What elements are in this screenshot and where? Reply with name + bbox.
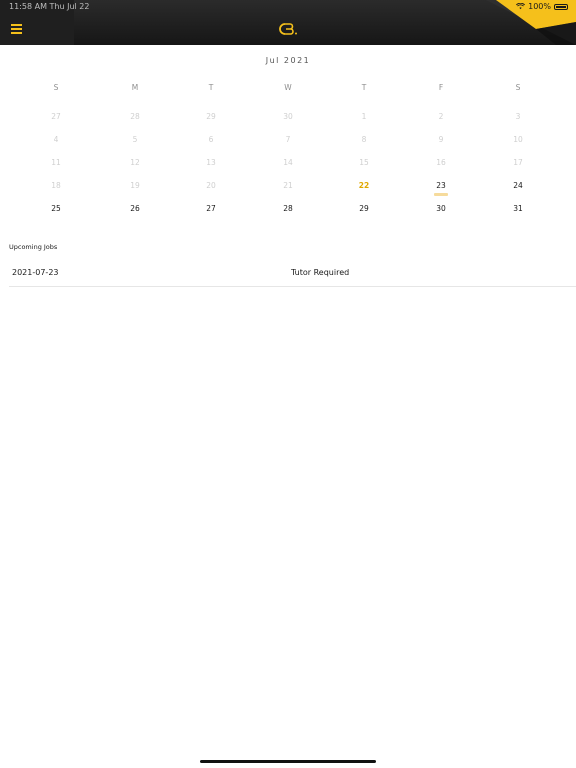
battery-percentage: 100% bbox=[528, 2, 551, 11]
calendar-day[interactable]: 9 bbox=[421, 135, 461, 144]
calendar-day[interactable]: 7 bbox=[268, 135, 308, 144]
job-status: Tutor Required bbox=[291, 268, 350, 277]
calendar-day[interactable]: 29 bbox=[344, 204, 384, 213]
calendar-day[interactable]: 21 bbox=[268, 181, 308, 190]
calendar-day[interactable]: 30 bbox=[268, 112, 308, 121]
weekday-label: W bbox=[284, 83, 292, 92]
calendar-day[interactable]: 14 bbox=[268, 158, 308, 167]
calendar-day[interactable]: 18 bbox=[36, 181, 76, 190]
calendar-day[interactable]: 4 bbox=[36, 135, 76, 144]
app-screen: 11:58 AM Thu Jul 22 100% Jul 2021 S M T W T F… bbox=[0, 0, 576, 768]
calendar-day[interactable]: 27 bbox=[36, 112, 76, 121]
top-navigation-bar: 11:58 AM Thu Jul 22 100% bbox=[0, 0, 576, 45]
battery-icon bbox=[554, 3, 568, 10]
calendar-day[interactable]: 5 bbox=[115, 135, 155, 144]
weekday-label: S bbox=[515, 83, 521, 92]
calendar-day[interactable]: 29 bbox=[191, 112, 231, 121]
calendar-day[interactable]: 30 bbox=[421, 204, 461, 213]
calendar-day[interactable]: 11 bbox=[36, 158, 76, 167]
calendar-day[interactable]: 6 bbox=[191, 135, 231, 144]
calendar-day[interactable]: 13 bbox=[191, 158, 231, 167]
calendar-day[interactable]: 1 bbox=[344, 112, 384, 121]
brand-logo-icon[interactable] bbox=[277, 22, 299, 36]
calendar-day-today[interactable]: 22 bbox=[344, 181, 384, 190]
calendar-month-title: Jul 2021 bbox=[265, 56, 311, 65]
job-date: 2021-07-23 bbox=[12, 268, 59, 277]
weekday-label: F bbox=[438, 83, 444, 92]
status-bar-time: 11:58 AM Thu Jul 22 bbox=[9, 2, 90, 11]
job-list-item[interactable]: 2021-07-23 Tutor Required bbox=[9, 262, 576, 287]
weekday-label: T bbox=[208, 83, 214, 92]
weekday-label: T bbox=[361, 83, 367, 92]
calendar-day[interactable]: 27 bbox=[191, 204, 231, 213]
calendar-day[interactable]: 12 bbox=[115, 158, 155, 167]
calendar-day[interactable]: 16 bbox=[421, 158, 461, 167]
weekday-label: S bbox=[53, 83, 59, 92]
calendar-day[interactable]: 8 bbox=[344, 135, 384, 144]
home-indicator bbox=[200, 760, 376, 763]
calendar-day[interactable]: 19 bbox=[115, 181, 155, 190]
status-bar-indicators: 100% bbox=[516, 2, 568, 11]
calendar-day[interactable]: 26 bbox=[115, 204, 155, 213]
calendar-day[interactable]: 20 bbox=[191, 181, 231, 190]
calendar-day[interactable]: 25 bbox=[36, 204, 76, 213]
wifi-icon bbox=[516, 3, 526, 10]
calendar-day[interactable]: 15 bbox=[344, 158, 384, 167]
calendar-day[interactable]: 2 bbox=[421, 112, 461, 121]
upcoming-jobs-title: Upcoming Jobs bbox=[9, 243, 58, 251]
hamburger-menu-icon[interactable] bbox=[11, 24, 22, 34]
calendar-day[interactable]: 23 bbox=[421, 181, 461, 190]
calendar-day[interactable]: 3 bbox=[498, 112, 538, 121]
weekday-label: M bbox=[131, 83, 139, 92]
calendar-day[interactable]: 31 bbox=[498, 204, 538, 213]
calendar-day[interactable]: 10 bbox=[498, 135, 538, 144]
calendar-day[interactable]: 28 bbox=[115, 112, 155, 121]
calendar-event-marker bbox=[434, 193, 448, 196]
calendar-day[interactable]: 24 bbox=[498, 181, 538, 190]
calendar-day[interactable]: 28 bbox=[268, 204, 308, 213]
calendar-day[interactable]: 17 bbox=[498, 158, 538, 167]
